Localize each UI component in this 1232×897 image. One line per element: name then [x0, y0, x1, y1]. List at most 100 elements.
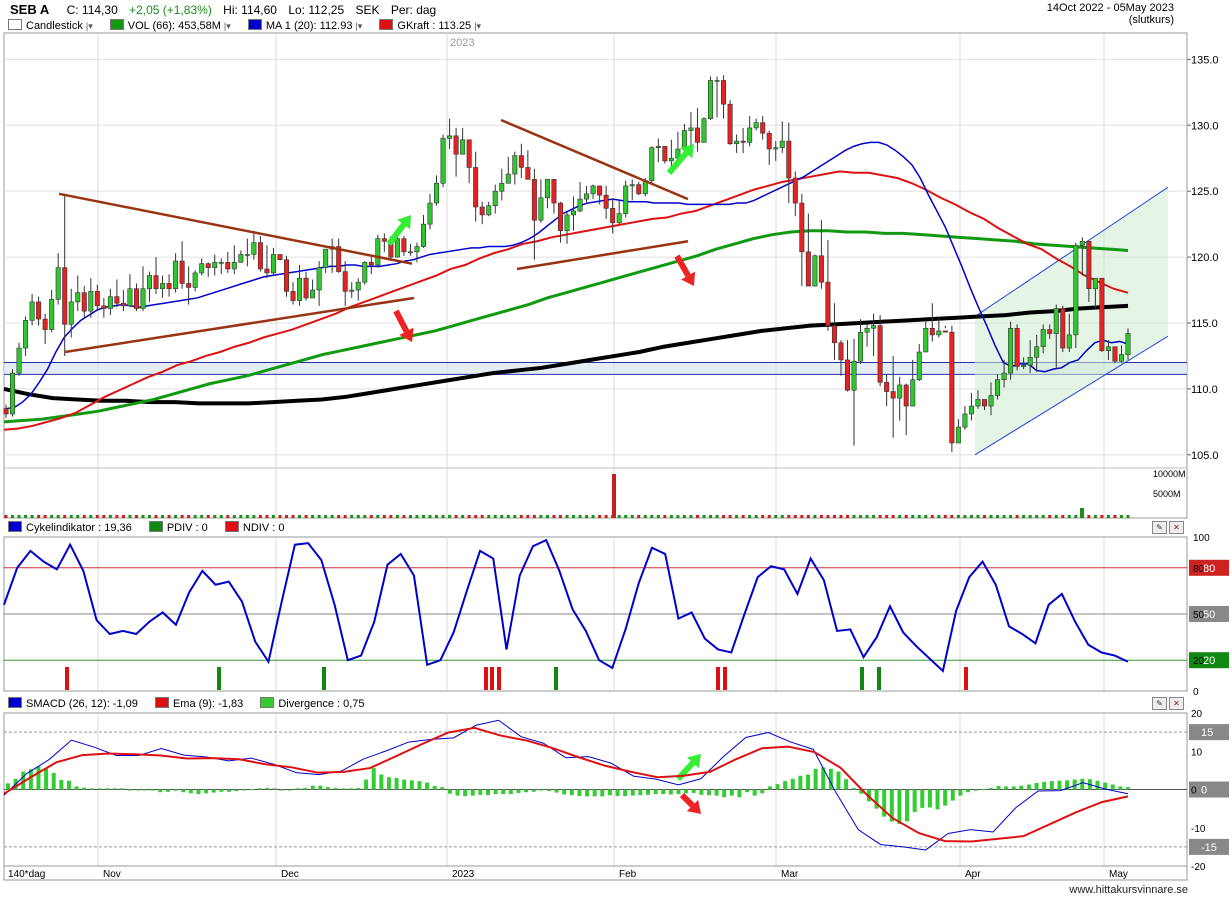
divergence-bar — [204, 789, 209, 794]
divergence-bar — [196, 789, 201, 795]
channel-lower-line — [974, 335, 1169, 456]
up-arrow-icon — [386, 222, 407, 246]
price-panel-frame — [3, 32, 1188, 519]
ema-line — [3, 726, 1129, 843]
volume-bar — [291, 515, 295, 518]
volume-bar — [265, 515, 269, 518]
divergence-bar — [562, 789, 567, 795]
volume-bar — [89, 515, 93, 518]
divergence-bar — [684, 789, 689, 794]
settings-icon[interactable]: ✎ — [1152, 521, 1167, 534]
divergence-bar — [859, 789, 864, 794]
candle-body — [1073, 244, 1079, 336]
divergence-bar — [966, 789, 970, 793]
legend-ma[interactable]: MA 1 (20): 112.93 |▾ — [247, 19, 362, 32]
volume-bar — [663, 515, 667, 518]
volume-bar — [63, 515, 67, 518]
price-tick-label: 105.0 — [1191, 450, 1219, 462]
candle-body — [62, 267, 68, 325]
chevron-down-icon[interactable]: |▾ — [355, 21, 362, 31]
price-tick-label: 125.0 — [1191, 186, 1219, 198]
divergence-bar — [1011, 786, 1016, 790]
divergence-bar — [82, 787, 87, 790]
volume-bar — [193, 515, 197, 518]
legend-gkraft[interactable]: GKraft : 113.25 |▾ — [379, 19, 481, 32]
divergence-bar — [447, 789, 452, 794]
chevron-down-icon[interactable]: |▾ — [224, 21, 231, 31]
divergence-bar — [706, 789, 711, 796]
candle-body — [760, 122, 766, 134]
candle-body — [623, 185, 629, 214]
volume-bar — [787, 515, 791, 518]
divergence-bar — [813, 768, 818, 790]
legend-candlestick[interactable]: Candlestick |▾ — [8, 19, 93, 32]
divergence-bar — [310, 785, 315, 790]
candle-body — [805, 251, 811, 287]
candle-body — [1047, 329, 1053, 334]
pdiv-marker — [554, 667, 558, 690]
volume-spike-bar — [1080, 508, 1084, 518]
chevron-down-icon[interactable]: |▾ — [474, 21, 481, 31]
candle-body — [942, 330, 948, 333]
divergence-bar — [112, 788, 117, 790]
divergence-bar — [6, 783, 10, 790]
date-range-sub: (slutkurs) — [1128, 14, 1174, 26]
volume-bar — [187, 515, 191, 518]
divergence-bar — [546, 789, 551, 792]
candle-body — [844, 359, 850, 391]
volume-bar — [435, 515, 439, 518]
volume-bar — [924, 515, 928, 518]
volume-bar — [461, 515, 465, 518]
volume-bar — [232, 515, 236, 518]
candle-body — [244, 254, 250, 256]
candle-body — [114, 296, 120, 304]
volume-bar — [532, 515, 536, 518]
volume-bar — [911, 515, 915, 518]
cycle-level-badge — [1189, 559, 1229, 576]
candle-body — [831, 325, 837, 344]
divergence-bar — [554, 789, 559, 793]
legend-smacd-label: SMACD (26, 12): -1,09 — [26, 698, 138, 710]
volume-bar — [539, 515, 543, 518]
volume-bar — [917, 515, 921, 518]
volume-bar — [24, 515, 28, 518]
candle-body — [1112, 346, 1118, 362]
candle-body — [101, 305, 107, 309]
volume-bar — [415, 515, 419, 518]
chevron-down-icon[interactable]: |▾ — [86, 21, 93, 31]
volume-bar — [37, 515, 41, 518]
candle-body — [975, 399, 981, 407]
volume-bar — [350, 515, 354, 518]
up-arrow-icon — [397, 215, 411, 230]
divergence-bar — [326, 787, 330, 790]
candle-body — [903, 384, 909, 407]
legend-volume[interactable]: VOL (66): 453,58M |▾ — [109, 19, 231, 32]
volume-bar — [324, 515, 328, 518]
volume-bar — [695, 515, 699, 518]
divergence-bar — [569, 789, 574, 796]
close-icon[interactable]: ✕ — [1169, 697, 1184, 710]
candle-body — [486, 205, 492, 216]
candle-body — [94, 291, 100, 307]
volume-bar — [11, 515, 15, 518]
divergence-bar — [486, 789, 490, 796]
candle-body — [36, 301, 42, 320]
pdiv-marker — [860, 667, 864, 690]
divergence-bar — [188, 789, 193, 794]
volume-bar — [545, 515, 549, 518]
volume-bar — [180, 515, 184, 518]
settings-icon[interactable]: ✎ — [1152, 697, 1167, 710]
divergence-bar — [577, 789, 582, 797]
candle-body — [225, 262, 231, 270]
x-tick-label: May — [1109, 869, 1128, 880]
divergence-bar — [394, 778, 399, 790]
divergence-bar — [722, 789, 727, 798]
divergence-bar — [371, 768, 376, 790]
ndiv-marker — [716, 667, 720, 690]
candle-body — [375, 238, 381, 266]
candle-body — [75, 292, 81, 303]
divergence-bar — [1019, 785, 1024, 790]
candle-body — [81, 292, 87, 312]
volume-bar — [382, 515, 386, 518]
close-icon[interactable]: ✕ — [1169, 521, 1184, 534]
